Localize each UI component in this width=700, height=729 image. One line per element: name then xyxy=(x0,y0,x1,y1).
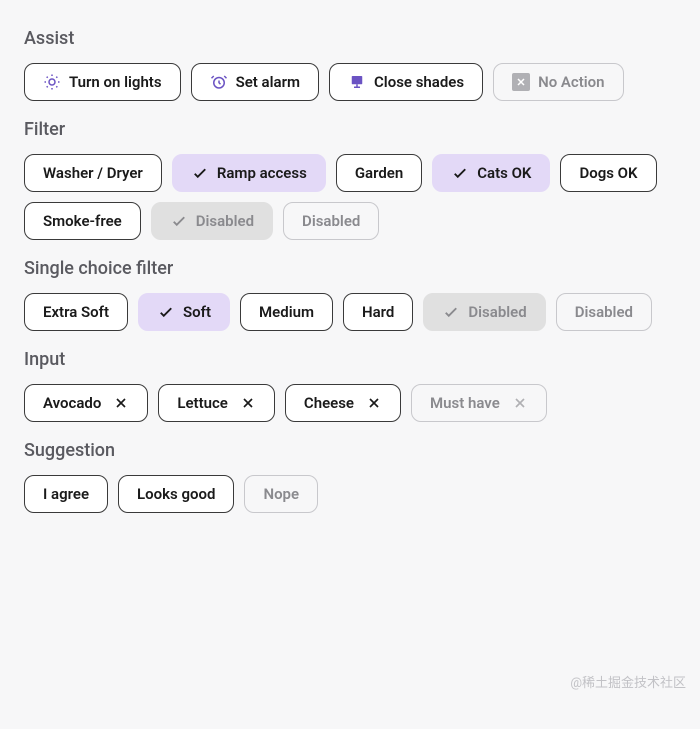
close-icon xyxy=(512,395,528,411)
assist-row: Turn on lights Set alarm Close shades No… xyxy=(24,63,676,101)
input-chip-cheese[interactable]: Cheese xyxy=(285,384,401,422)
check-icon xyxy=(191,164,209,182)
filter-chip-smoke[interactable]: Smoke-free xyxy=(24,202,141,240)
section-title-assist: Assist xyxy=(24,28,676,49)
input-row: Avocado Lettuce Cheese Must have xyxy=(24,384,676,422)
chip-label: Close shades xyxy=(374,73,464,91)
filter-chip-disabled-filled: Disabled xyxy=(151,202,273,240)
chip-label: Must have xyxy=(430,394,500,412)
filter-chip-dogs[interactable]: Dogs OK xyxy=(560,154,656,192)
close-icon[interactable] xyxy=(113,395,129,411)
chip-label: Nope xyxy=(263,485,299,503)
chip-label: Lettuce xyxy=(177,394,228,412)
single-choice-row: Extra Soft Soft Medium Hard Disabled Dis… xyxy=(24,293,676,331)
input-chip-must-have: Must have xyxy=(411,384,547,422)
assist-chip-alarm[interactable]: Set alarm xyxy=(191,63,319,101)
chip-label: Disabled xyxy=(575,303,633,321)
check-icon xyxy=(451,164,469,182)
chip-label: Avocado xyxy=(43,394,101,412)
chip-label: Hard xyxy=(362,303,394,321)
chip-label: Soft xyxy=(183,303,211,321)
chip-label: Dogs OK xyxy=(579,164,637,182)
section-title-input: Input xyxy=(24,349,676,370)
assist-chip-lights[interactable]: Turn on lights xyxy=(24,63,181,101)
chip-label: Extra Soft xyxy=(43,303,109,321)
chip-label: Smoke-free xyxy=(43,212,122,230)
suggestion-chip-nope: Nope xyxy=(244,475,318,513)
chip-label: Ramp access xyxy=(217,164,307,182)
single-chip-medium[interactable]: Medium xyxy=(240,293,333,331)
sun-icon xyxy=(43,73,61,91)
chip-label: Disabled xyxy=(468,303,526,321)
single-chip-extra-soft[interactable]: Extra Soft xyxy=(24,293,128,331)
chip-label: Disabled xyxy=(196,212,254,230)
check-icon xyxy=(170,212,188,230)
chip-label: Garden xyxy=(355,164,403,182)
chip-label: No Action xyxy=(538,73,604,91)
chip-label: I agree xyxy=(43,485,89,503)
check-icon xyxy=(157,303,175,321)
box-x-icon xyxy=(512,73,530,91)
single-chip-soft[interactable]: Soft xyxy=(138,293,230,331)
chip-label: Disabled xyxy=(302,212,360,230)
filter-chip-washer[interactable]: Washer / Dryer xyxy=(24,154,162,192)
alarm-icon xyxy=(210,73,228,91)
close-icon[interactable] xyxy=(366,395,382,411)
input-chip-lettuce[interactable]: Lettuce xyxy=(158,384,275,422)
filter-chip-cats[interactable]: Cats OK xyxy=(432,154,550,192)
chip-label: Washer / Dryer xyxy=(43,164,143,182)
close-icon[interactable] xyxy=(240,395,256,411)
assist-chip-no-action: No Action xyxy=(493,63,623,101)
check-icon xyxy=(442,303,460,321)
single-chip-disabled-outline: Disabled xyxy=(556,293,652,331)
assist-chip-shades[interactable]: Close shades xyxy=(329,63,483,101)
suggestion-row: I agree Looks good Nope xyxy=(24,475,676,513)
chip-label: Looks good xyxy=(137,485,215,503)
filter-chip-disabled-outline: Disabled xyxy=(283,202,379,240)
chip-label: Turn on lights xyxy=(69,73,162,91)
filter-row: Washer / Dryer Ramp access Garden Cats O… xyxy=(24,154,676,240)
filter-chip-ramp[interactable]: Ramp access xyxy=(172,154,326,192)
input-chip-avocado[interactable]: Avocado xyxy=(24,384,148,422)
chip-label: Set alarm xyxy=(236,73,300,91)
shades-icon xyxy=(348,73,366,91)
section-title-filter: Filter xyxy=(24,119,676,140)
section-title-suggestion: Suggestion xyxy=(24,440,676,461)
chip-label: Cheese xyxy=(304,394,354,412)
filter-chip-garden[interactable]: Garden xyxy=(336,154,422,192)
suggestion-chip-looks-good[interactable]: Looks good xyxy=(118,475,234,513)
suggestion-chip-agree[interactable]: I agree xyxy=(24,475,108,513)
single-chip-disabled-filled: Disabled xyxy=(423,293,545,331)
section-title-single-choice: Single choice filter xyxy=(24,258,676,279)
chip-label: Medium xyxy=(259,303,314,321)
watermark: @稀土掘金技术社区 xyxy=(570,672,686,691)
single-chip-hard[interactable]: Hard xyxy=(343,293,413,331)
chip-label: Cats OK xyxy=(477,164,531,182)
